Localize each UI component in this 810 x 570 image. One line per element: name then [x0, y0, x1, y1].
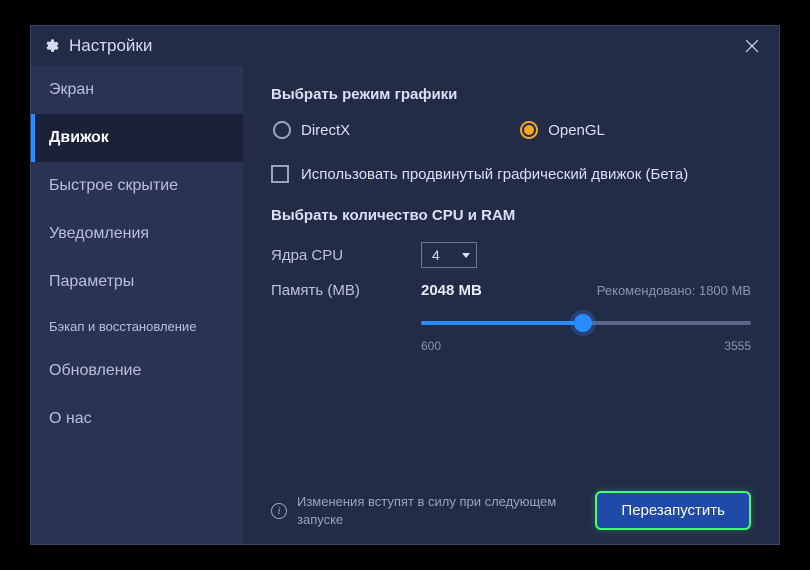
- sidebar-item-update[interactable]: Обновление: [31, 347, 243, 395]
- chevron-down-icon: [462, 253, 470, 258]
- slider-track: [421, 321, 751, 325]
- sidebar-item-label: Параметры: [49, 273, 134, 290]
- slider-min-label: 600: [421, 339, 441, 353]
- sidebar-item-label: Уведомления: [49, 225, 149, 242]
- info-text: Изменения вступят в силу при следующем з…: [297, 493, 577, 528]
- cpu-cores-select[interactable]: 4: [421, 242, 477, 268]
- slider-max-label: 3555: [724, 339, 751, 353]
- footer: i Изменения вступят в силу при следующем…: [271, 479, 751, 530]
- radio-opengl[interactable]: OpenGL: [520, 121, 605, 139]
- advanced-engine-checkbox[interactable]: [271, 165, 289, 183]
- sidebar-item-about[interactable]: О нас: [31, 395, 243, 443]
- radio-directx[interactable]: DirectX: [273, 121, 350, 139]
- gear-icon: [43, 38, 59, 54]
- radio-label: OpenGL: [548, 122, 605, 139]
- slider-thumb[interactable]: [574, 314, 592, 332]
- sidebar-item-backup[interactable]: Бэкап и восстановление: [31, 306, 243, 347]
- sidebar-item-label: Быстрое скрытие: [49, 177, 178, 194]
- slider-fill: [421, 321, 583, 325]
- sidebar-item-label: Экран: [49, 81, 94, 98]
- settings-window: Настройки Экран Движок Быстрое скрытие У…: [30, 25, 780, 545]
- memory-recommended: Рекомендовано: 1800 MB: [597, 283, 751, 298]
- titlebar: Настройки: [31, 26, 779, 66]
- info-icon: i: [271, 503, 287, 519]
- radio-icon: [273, 121, 291, 139]
- advanced-engine-row: Использовать продвинутый графический дви…: [271, 165, 751, 183]
- close-button[interactable]: [737, 31, 767, 61]
- memory-label: Память (MB): [271, 282, 421, 299]
- sidebar-item-preferences[interactable]: Параметры: [31, 258, 243, 306]
- cpuram-title: Выбрать количество CPU и RAM: [271, 207, 751, 224]
- restart-button-label: Перезапустить: [621, 502, 725, 519]
- sidebar-item-label: О нас: [49, 410, 92, 427]
- graphics-mode-title: Выбрать режим графики: [271, 86, 751, 103]
- sidebar-item-bosskey[interactable]: Быстрое скрытие: [31, 162, 243, 210]
- window-body: Экран Движок Быстрое скрытие Уведомления…: [31, 66, 779, 544]
- sidebar-item-label: Обновление: [49, 362, 141, 379]
- content-panel: Выбрать режим графики DirectX OpenGL Исп…: [243, 66, 779, 544]
- window-title: Настройки: [69, 36, 152, 56]
- graphics-mode-group: DirectX OpenGL: [271, 121, 751, 139]
- radio-icon: [520, 121, 538, 139]
- cpu-cores-label: Ядра CPU: [271, 247, 421, 264]
- sidebar: Экран Движок Быстрое скрытие Уведомления…: [31, 66, 243, 544]
- sidebar-item-screen[interactable]: Экран: [31, 66, 243, 114]
- sidebar-item-label: Бэкап и восстановление: [49, 319, 196, 334]
- restart-button[interactable]: Перезапустить: [595, 491, 751, 530]
- memory-row: Память (MB) 2048 MB Рекомендовано: 1800 …: [271, 282, 751, 299]
- cpu-cores-row: Ядра CPU 4: [271, 242, 751, 268]
- sidebar-item-engine[interactable]: Движок: [31, 114, 243, 162]
- cpu-cores-value: 4: [432, 247, 440, 263]
- slider-range-labels: 600 3555: [421, 339, 751, 353]
- memory-value: 2048 MB: [421, 282, 482, 299]
- memory-slider[interactable]: 600 3555: [421, 321, 751, 353]
- sidebar-item-label: Движок: [49, 129, 109, 146]
- radio-label: DirectX: [301, 122, 350, 139]
- advanced-engine-label: Использовать продвинутый графический дви…: [301, 166, 688, 183]
- sidebar-item-notifications[interactable]: Уведомления: [31, 210, 243, 258]
